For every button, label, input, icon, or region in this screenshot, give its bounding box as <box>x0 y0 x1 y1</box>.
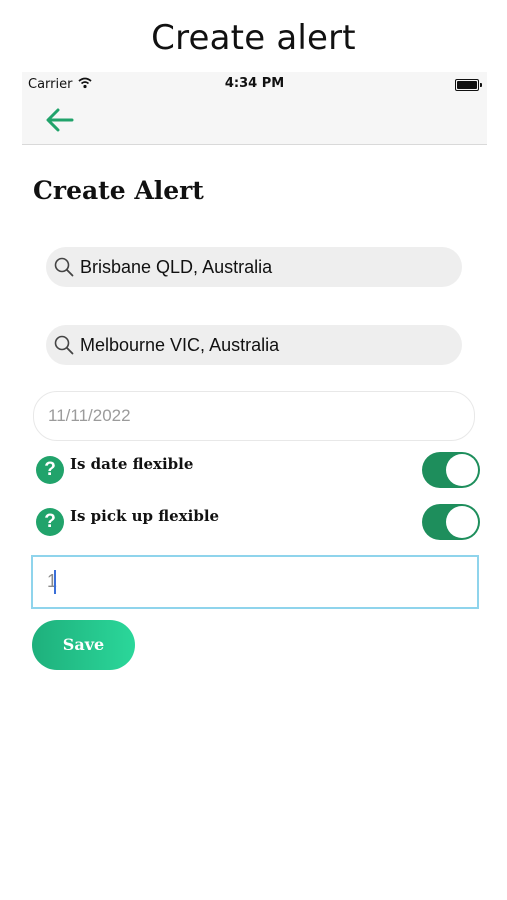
question-icon[interactable]: ? <box>36 456 64 484</box>
to-location-value: Melbourne VIC, Australia <box>80 335 280 355</box>
screen-caption: Create alert <box>151 18 356 58</box>
phone-screen: Carrier 4:34 PM Create Alert Brisbane QL… <box>22 72 487 900</box>
date-flexible-row: ? Is date flexible <box>36 452 480 492</box>
date-value: 11/11/2022 <box>48 406 131 425</box>
status-time: 4:34 PM <box>224 76 285 91</box>
number-input[interactable]: 1 <box>31 555 479 609</box>
status-bar: Carrier 4:34 PM <box>22 72 487 96</box>
toggle-knob <box>446 506 478 538</box>
date-field[interactable]: 11/11/2022 <box>33 391 475 441</box>
from-location-field[interactable]: Brisbane QLD, Australia <box>46 247 462 287</box>
pickup-flexible-toggle[interactable] <box>422 504 480 540</box>
date-flexible-label: Is date flexible <box>70 455 194 473</box>
battery-icon <box>455 79 482 91</box>
navigation-bar <box>22 96 487 145</box>
from-location-value: Brisbane QLD, Australia <box>80 257 273 277</box>
search-icon <box>54 335 74 355</box>
date-flexible-toggle[interactable] <box>422 452 480 488</box>
page-title: Create Alert <box>33 176 204 205</box>
save-button[interactable]: Save <box>32 620 135 670</box>
search-icon <box>54 257 74 277</box>
toggle-knob <box>446 454 478 486</box>
text-caret <box>54 570 56 594</box>
to-location-field[interactable]: Melbourne VIC, Australia <box>46 325 462 365</box>
question-icon[interactable]: ? <box>36 508 64 536</box>
arrow-left-icon[interactable] <box>44 106 76 134</box>
pickup-flexible-label: Is pick up flexible <box>70 507 220 525</box>
pickup-flexible-row: ? Is pick up flexible <box>36 504 480 544</box>
